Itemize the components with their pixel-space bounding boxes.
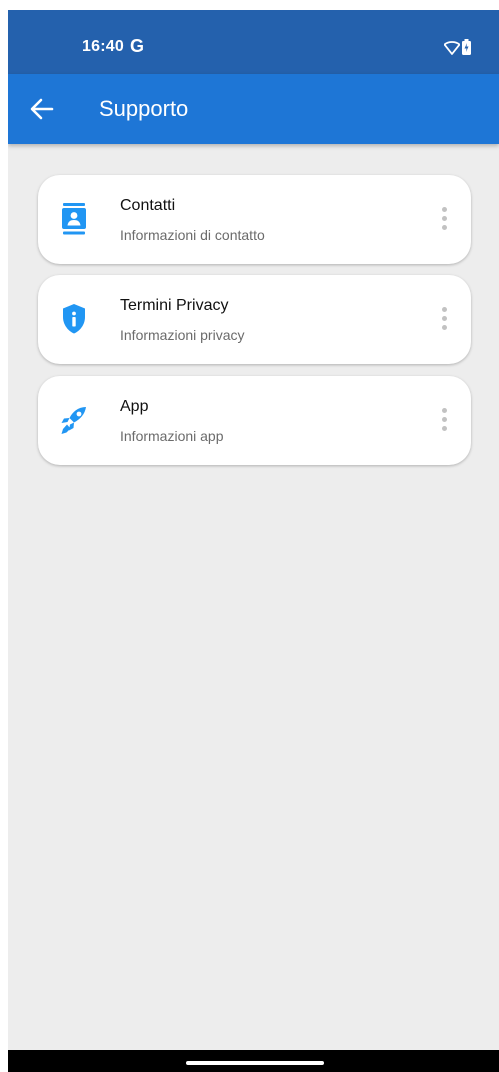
rocket-icon: [61, 407, 86, 434]
list-item-subtitle: Informazioni privacy: [120, 327, 245, 343]
google-g-icon: G: [130, 36, 145, 56]
wifi-icon: [444, 41, 460, 55]
more-vert-icon[interactable]: [437, 404, 453, 436]
battery-charging-icon: [462, 39, 471, 55]
contact-card-icon: [62, 203, 86, 235]
list-item-title: Contatti: [120, 197, 176, 214]
more-vert-icon[interactable]: [437, 303, 453, 335]
status-time: 16:40: [82, 38, 124, 55]
screen: 16:40 G Supporto Contatti Informazioni d…: [8, 10, 499, 1072]
list-item-title: App: [120, 398, 149, 415]
status-bar: 16:40 G: [8, 10, 499, 74]
list-item-subtitle: Informazioni di contatto: [120, 227, 265, 243]
list-item-app[interactable]: App Informazioni app: [38, 376, 471, 465]
back-arrow-icon[interactable]: [24, 91, 60, 127]
page-title: Supporto: [99, 96, 189, 121]
list-item-contatti[interactable]: Contatti Informazioni di contatto: [38, 175, 471, 264]
home-indicator[interactable]: [186, 1061, 324, 1065]
more-vert-icon[interactable]: [437, 203, 453, 235]
list-item-subtitle: Informazioni app: [120, 428, 224, 444]
shield-info-icon: [63, 304, 85, 334]
app-bar: Supporto: [8, 74, 499, 144]
list-item-termini-privacy[interactable]: Termini Privacy Informazioni privacy: [38, 275, 471, 364]
list-item-title: Termini Privacy: [120, 297, 229, 314]
system-nav-bar: [8, 1050, 499, 1072]
